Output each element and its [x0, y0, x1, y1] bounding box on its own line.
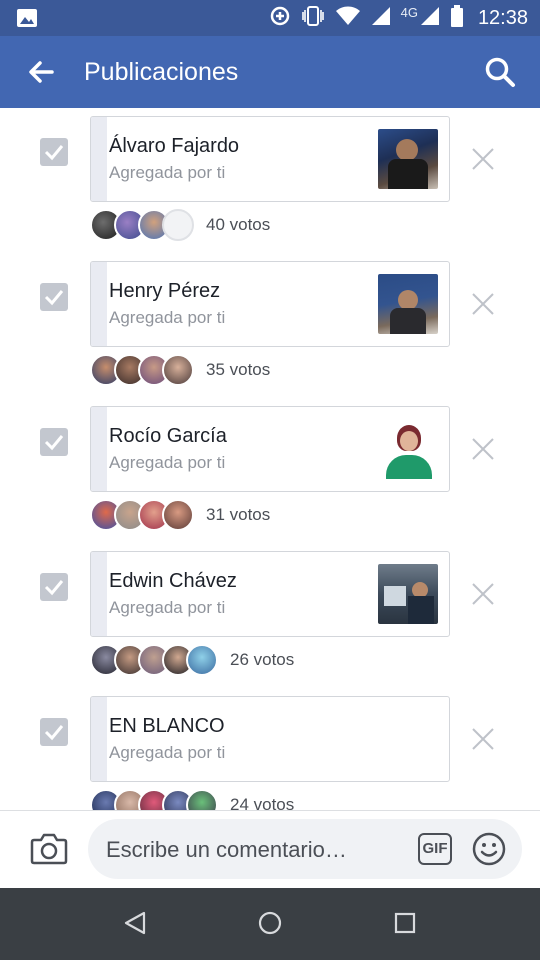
poll-option: Álvaro Fajardo Agregada por ti 40 votos [0, 108, 540, 253]
voters[interactable]: 26 votos [90, 643, 294, 677]
network-type: 4G [400, 4, 418, 20]
check-icon [44, 435, 64, 451]
poll-option: Henry Pérez Agregada por ti 35 votos [0, 253, 540, 398]
poll-option: Rocío García Agregada por ti 31 votos [0, 398, 540, 543]
wifi-icon [335, 6, 361, 31]
vibrate-icon [301, 5, 325, 32]
status-icons: 4G 12:38 [269, 0, 528, 36]
card-accent [91, 262, 107, 346]
option-added-by: Agregada por ti [109, 598, 226, 617]
option-card[interactable]: Álvaro Fajardo Agregada por ti [90, 116, 450, 202]
option-card[interactable]: Henry Pérez Agregada por ti [90, 261, 450, 347]
recents-nav-icon[interactable] [392, 910, 418, 941]
signal-icon [371, 6, 391, 31]
checkbox[interactable] [40, 718, 68, 746]
clock: 12:38 [477, 6, 528, 29]
close-icon[interactable] [470, 291, 496, 317]
comment-composer: Escribe un comentario… GIF [0, 811, 540, 888]
vote-count: 31 votos [206, 505, 271, 524]
close-icon[interactable] [470, 581, 496, 607]
image-icon [16, 8, 38, 33]
option-thumbnail[interactable] [378, 419, 438, 479]
status-bar: 4G 12:38 [0, 0, 540, 36]
poll-option: Edwin Chávez Agregada por ti 26 votos [0, 543, 540, 688]
avatar [162, 354, 194, 386]
option-thumbnail[interactable] [378, 274, 438, 334]
page-title: Publicaciones [84, 58, 239, 86]
checkbox[interactable] [40, 138, 68, 166]
option-name: Rocío García [109, 425, 227, 447]
option-name: Henry Pérez [109, 280, 221, 302]
avatar [186, 644, 218, 676]
close-icon[interactable] [470, 436, 496, 462]
voters[interactable]: 24 votos [90, 788, 294, 810]
close-icon[interactable] [470, 726, 496, 752]
home-nav-icon[interactable] [257, 910, 283, 941]
data-saver-icon [269, 5, 291, 32]
camera-icon[interactable] [30, 831, 68, 870]
check-icon [44, 290, 64, 306]
checkbox[interactable] [40, 283, 68, 311]
check-icon [44, 145, 64, 161]
poll-options-list[interactable]: Álvaro Fajardo Agregada por ti 40 votos … [0, 108, 540, 810]
app-bar: Publicaciones [0, 36, 540, 108]
option-card[interactable]: Edwin Chávez Agregada por ti [90, 551, 450, 637]
vote-count: 35 votos [206, 360, 271, 379]
option-added-by: Agregada por ti [109, 163, 226, 182]
card-accent [91, 552, 107, 636]
option-added-by: Agregada por ti [109, 453, 226, 472]
poll-option: EN BLANCO Agregada por ti 24 votos [0, 688, 540, 810]
signal-icon-2 [420, 6, 440, 31]
arrow-left-icon[interactable] [26, 58, 54, 91]
voters[interactable]: 35 votos [90, 353, 270, 387]
card-accent [91, 407, 107, 491]
gif-button[interactable]: GIF [418, 833, 452, 865]
check-icon [44, 725, 64, 741]
comment-input[interactable]: Escribe un comentario… GIF [88, 819, 522, 879]
avatar [186, 789, 218, 810]
option-thumbnail[interactable] [378, 564, 438, 624]
option-card[interactable]: Rocío García Agregada por ti [90, 406, 450, 492]
option-added-by: Agregada por ti [109, 743, 226, 762]
battery-icon [450, 4, 464, 32]
comment-placeholder: Escribe un comentario… [106, 837, 347, 862]
vote-count: 40 votos [206, 215, 271, 234]
search-icon[interactable] [484, 56, 516, 93]
checkbox[interactable] [40, 573, 68, 601]
vote-count: 24 votos [230, 795, 295, 810]
card-accent [91, 697, 107, 781]
card-accent [91, 117, 107, 201]
option-thumbnail[interactable] [378, 129, 438, 189]
voters[interactable]: 40 votos [90, 208, 270, 242]
vote-count: 26 votos [230, 650, 295, 669]
option-name: EN BLANCO [109, 715, 225, 737]
navigation-bar [0, 888, 540, 960]
option-name: Edwin Chávez [109, 570, 237, 592]
option-name: Álvaro Fajardo [109, 135, 240, 157]
option-card[interactable]: EN BLANCO Agregada por ti [90, 696, 450, 782]
avatar [162, 499, 194, 531]
check-icon [44, 580, 64, 596]
close-icon[interactable] [470, 146, 496, 172]
option-added-by: Agregada por ti [109, 308, 226, 327]
emoji-icon[interactable] [472, 832, 506, 871]
voters[interactable]: 31 votos [90, 498, 270, 532]
avatar [162, 209, 194, 241]
back-nav-icon[interactable] [122, 910, 148, 941]
checkbox[interactable] [40, 428, 68, 456]
